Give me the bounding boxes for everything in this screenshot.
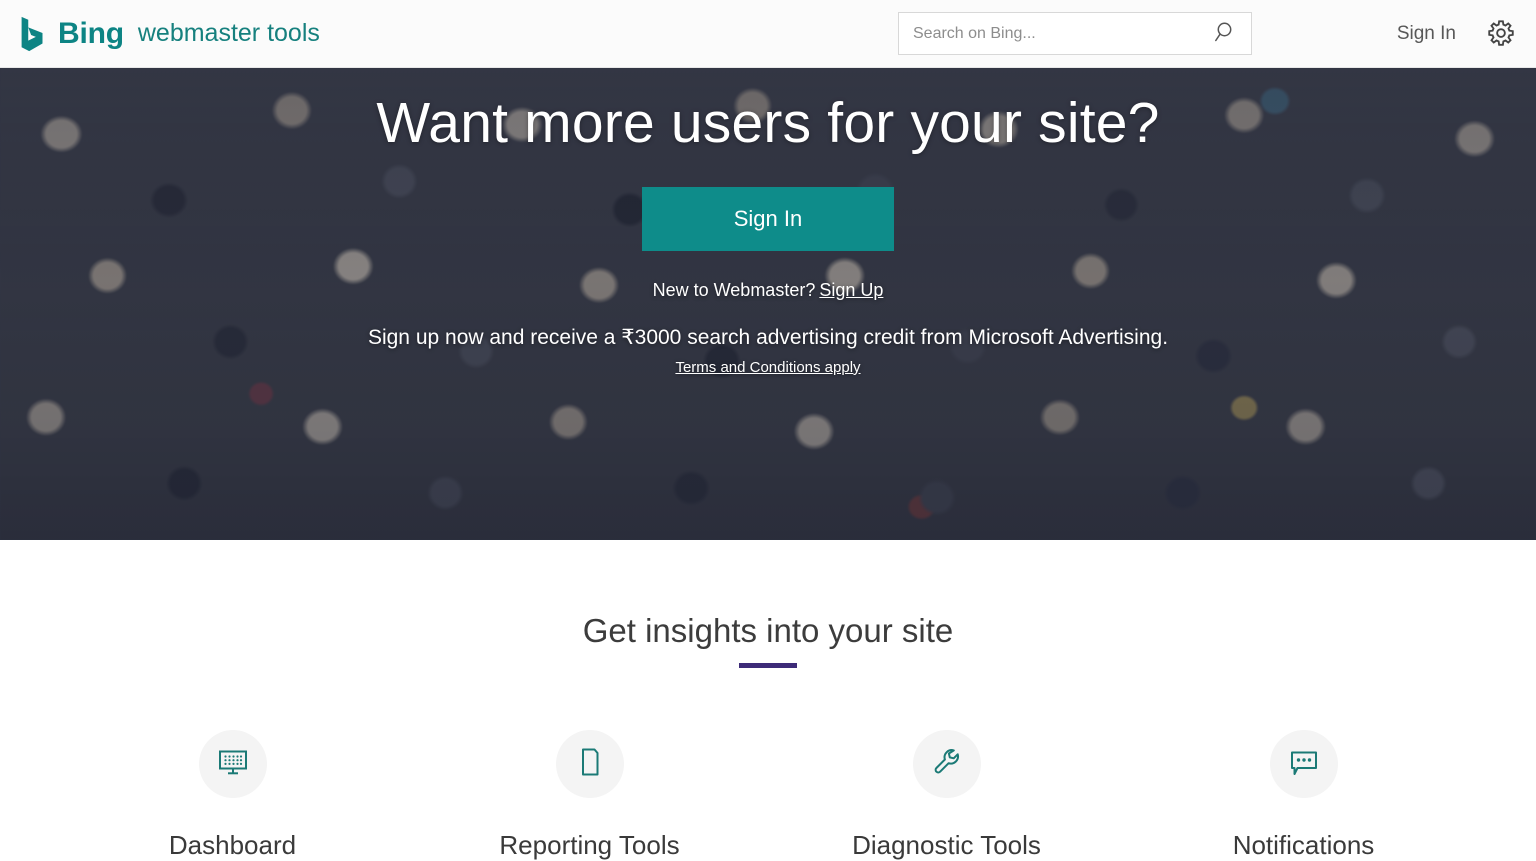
insights-accent-rule [739,663,797,668]
terms-and-conditions-link[interactable]: Terms and Conditions apply [675,359,860,376]
feature-label: Dashboard [168,830,297,860]
top-header: Bing webmaster tools Sign In [0,0,1536,68]
feature-label: Notifications [1232,830,1375,860]
search-box[interactable] [898,12,1252,55]
feature-icon-circle [198,730,267,798]
hero-title: Want more users for your site? [376,91,1160,155]
insights-title: Get insights into your site [582,612,954,649]
hero-sign-in-button[interactable]: Sign In [642,186,894,251]
header-actions: Sign In [1397,0,1516,68]
gear-icon [1486,18,1516,51]
bing-swoosh-icon [18,15,48,53]
search-input[interactable] [899,13,1201,54]
feature-list: Dashboard Reporting Tools Diagnostic Too… [0,730,1536,861]
feature-item-diagnostic-tools[interactable]: Diagnostic Tools [768,730,1125,861]
feature-label: Diagnostic Tools [852,830,1041,860]
document-icon [572,744,608,785]
brand-logo[interactable]: Bing webmaster tools [18,15,320,53]
feature-label: Reporting Tools [499,830,680,860]
brand-name: Bing [58,16,124,50]
feature-icon-circle [912,730,981,798]
feature-item-dashboard[interactable]: Dashboard [54,730,411,861]
monitor-icon [215,744,251,785]
feature-icon-circle [555,730,624,798]
speech-bubble-icon [1286,744,1322,785]
settings-button[interactable] [1486,18,1516,51]
hero-content: Want more users for your site? Sign In N… [0,68,1536,377]
brand-product-name: webmaster tools [137,19,320,47]
new-user-prompt: New to Webmaster? Sign Up [0,280,1536,301]
sign-up-link[interactable]: Sign Up [819,280,883,300]
header-sign-in-link[interactable]: Sign In [1397,23,1456,45]
new-user-text: New to Webmaster? [652,279,816,300]
feature-item-notifications[interactable]: Notifications [1125,730,1482,861]
feature-item-reporting-tools[interactable]: Reporting Tools [411,730,768,861]
feature-icon-circle [1269,730,1338,798]
insights-section: Get insights into your site Dashboard Re… [0,540,1536,861]
search-icon [1214,20,1238,47]
hero-banner: Want more users for your site? Sign In N… [0,68,1536,540]
promo-text: Sign up now and receive a ₹3000 search a… [367,325,1169,349]
wrench-icon [929,744,965,785]
search-button[interactable] [1201,13,1251,54]
